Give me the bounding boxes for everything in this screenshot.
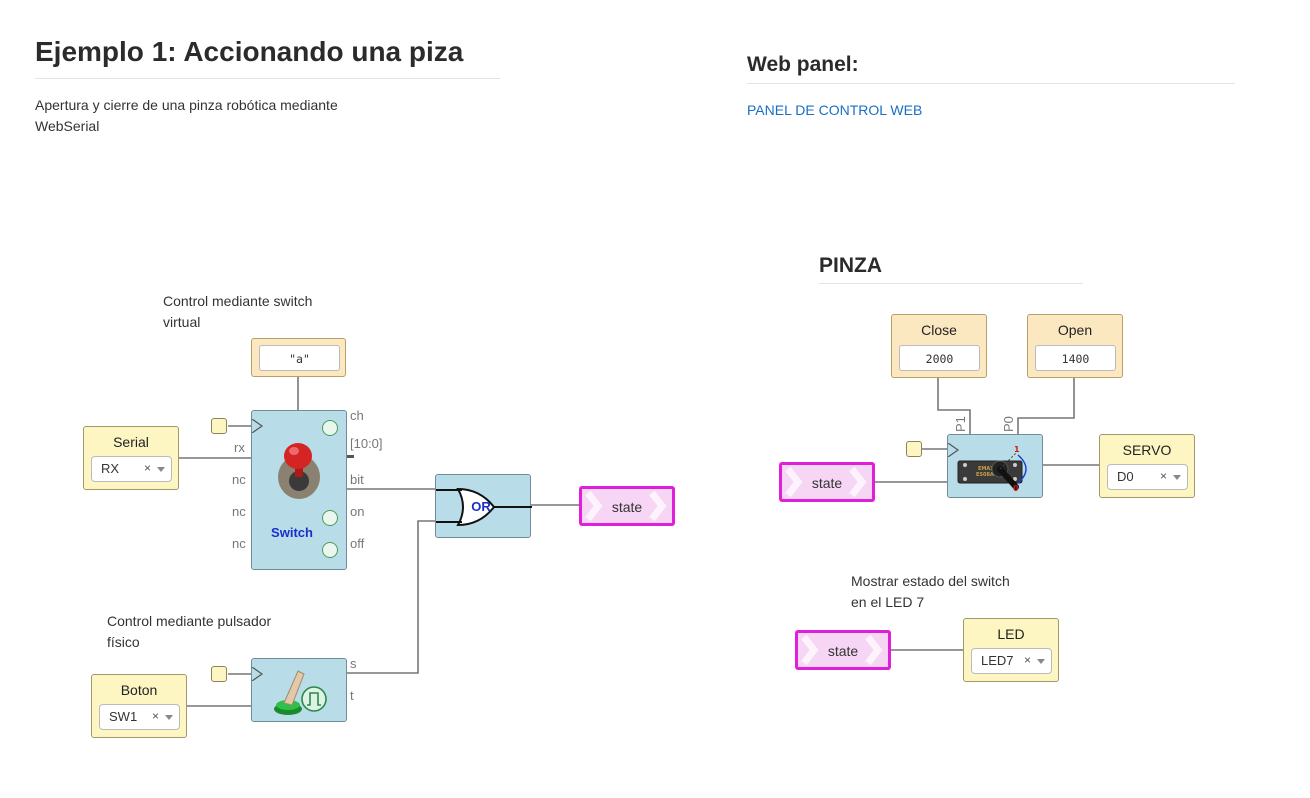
servo-clock-input[interactable]: [906, 441, 922, 457]
boton-select[interactable]: SW1 ×: [99, 704, 180, 730]
serial-title: Serial: [113, 434, 149, 450]
pin-nc-2: nc: [232, 504, 246, 519]
svg-text:ES08A: ES08A: [976, 472, 994, 478]
servo-output-title: SERVO: [1122, 442, 1172, 458]
pin-t: t: [350, 688, 354, 703]
comment-switch-line-1: Control mediante switch: [163, 293, 313, 309]
state-servo-label: state: [811, 475, 843, 491]
close-value[interactable]: 2000: [899, 345, 980, 371]
led-clear-icon[interactable]: ×: [1024, 653, 1031, 667]
pin-nc-1: nc: [232, 472, 246, 487]
boton-input-block[interactable]: Boton SW1 ×: [91, 674, 187, 738]
constant-block[interactable]: "a": [251, 338, 346, 377]
led-chevron-down-icon[interactable]: [1037, 659, 1045, 664]
state-led-tag[interactable]: state: [795, 630, 891, 670]
comment-switch: Control mediante switch virtual: [163, 291, 312, 333]
boton-chevron-down-icon[interactable]: [165, 715, 173, 720]
serial-input-block[interactable]: Serial RX ×: [83, 426, 179, 490]
pulse-icon: [322, 542, 338, 558]
open-value[interactable]: 1400: [1035, 345, 1116, 371]
comment-led: Mostrar estado del switch en el LED 7: [851, 571, 1010, 613]
pulse-icon: [322, 510, 338, 526]
serial-value: RX: [101, 461, 120, 476]
pin-rx: rx: [234, 440, 245, 455]
servo-pin-p1: P1: [953, 416, 968, 432]
boton-clear-icon[interactable]: ×: [152, 709, 159, 723]
constant-value[interactable]: "a": [259, 345, 340, 371]
switch-label: Switch: [271, 525, 313, 540]
clock-triangle-icon: [252, 667, 264, 681]
servo-mark-1: 1: [1014, 445, 1020, 454]
comment-led-line-1: Mostrar estado del switch: [851, 573, 1010, 589]
servo-mark-0: 0: [1013, 484, 1019, 493]
state-output-tag[interactable]: state: [579, 486, 675, 526]
pin-on: on: [350, 504, 365, 519]
pin-nc-3: nc: [232, 536, 246, 551]
open-title: Open: [1057, 322, 1093, 338]
bus-marker: [346, 455, 354, 458]
boton-title: Boton: [120, 682, 158, 698]
led-output-select[interactable]: LED7 ×: [971, 648, 1052, 674]
close-constant[interactable]: Close 2000: [891, 314, 987, 378]
close-title: Close: [921, 322, 957, 338]
wires-layer: [178, 376, 1100, 707]
serial-chevron-down-icon[interactable]: [157, 467, 165, 472]
pin-ch: ch: [350, 408, 364, 423]
switch-module[interactable]: Switch: [251, 410, 347, 570]
led-output-value: LED7: [981, 653, 1014, 668]
comment-switch-line-2: virtual: [163, 314, 201, 330]
servo-chevron-down-icon[interactable]: [1173, 475, 1181, 480]
servo-output-value: D0: [1117, 469, 1134, 484]
pin-bit: bit: [350, 472, 364, 487]
comment-button-line-2: físico: [107, 634, 140, 650]
joystick-icon: [278, 443, 320, 499]
or-gate-label: OR: [471, 499, 491, 514]
servo-output-block[interactable]: SERVO D0 ×: [1099, 434, 1195, 498]
pin-bus: [10:0]: [350, 436, 383, 451]
open-constant[interactable]: Open 1400: [1027, 314, 1123, 378]
comment-button: Control mediante pulsador físico: [107, 611, 271, 653]
state-led-label: state: [827, 643, 859, 659]
state-servo-tag[interactable]: state: [779, 462, 875, 502]
comment-button-line-1: Control mediante pulsador: [107, 613, 272, 629]
serial-clear-icon[interactable]: ×: [144, 461, 151, 475]
pulse-icon: [322, 420, 338, 436]
wire-open-servo: [1017, 377, 1075, 434]
state-output-label: state: [611, 499, 643, 515]
boton-value: SW1: [109, 709, 138, 724]
comment-led-line-2: en el LED 7: [851, 594, 925, 610]
pin-off: off: [350, 536, 365, 551]
button-module[interactable]: [251, 658, 347, 722]
serial-select[interactable]: RX ×: [91, 456, 172, 482]
servo-output-select[interactable]: D0 ×: [1107, 464, 1188, 490]
led-output-title: LED: [997, 626, 1025, 642]
or-gate-module[interactable]: OR: [435, 474, 532, 538]
servo-clear-icon[interactable]: ×: [1160, 469, 1167, 483]
clock-triangle-icon: [252, 419, 264, 433]
servo-motor-icon: EMAX ES08A 1 0: [957, 445, 1027, 493]
servo-module[interactable]: EMAX ES08A 1 0: [947, 434, 1043, 498]
servo-pin-p0: P0: [1001, 416, 1016, 432]
switch-clock-input[interactable]: [211, 418, 227, 434]
button-clock-input[interactable]: [211, 666, 227, 682]
led-output-block[interactable]: LED LED7 ×: [963, 618, 1059, 682]
push-button-icon: [274, 670, 327, 715]
pin-s: s: [350, 656, 357, 671]
